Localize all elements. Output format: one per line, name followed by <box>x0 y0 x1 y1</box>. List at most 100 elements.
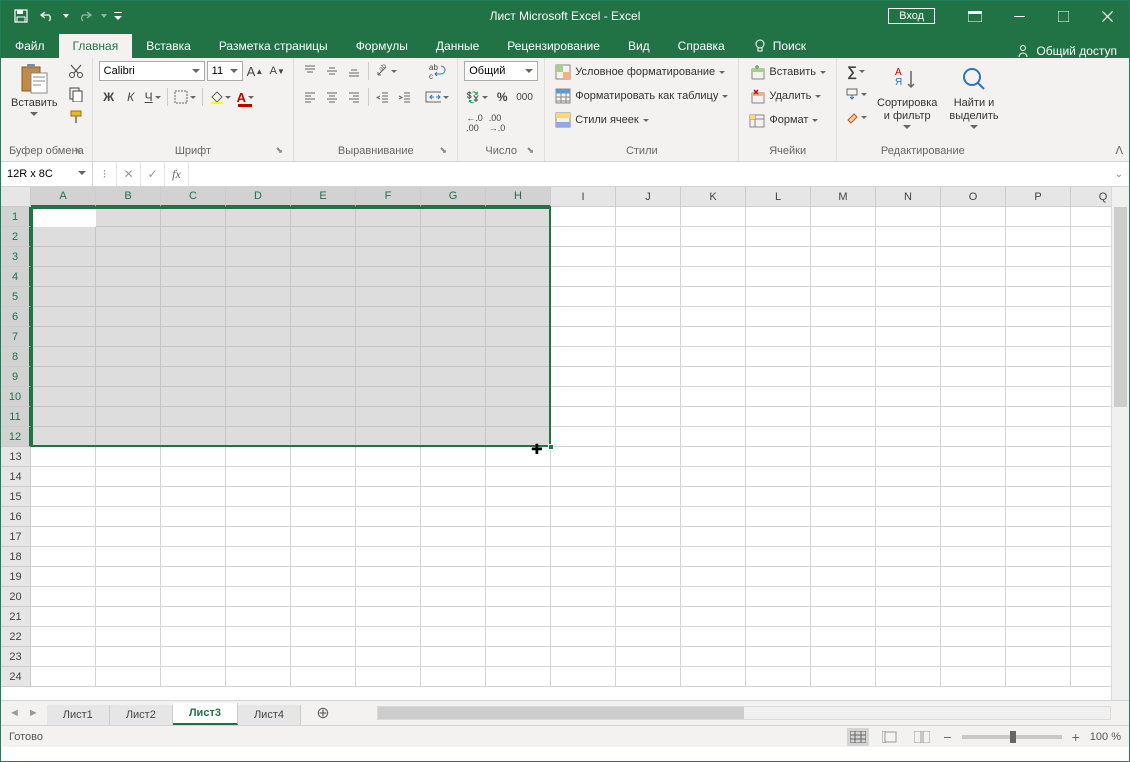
cell[interactable] <box>96 387 161 407</box>
cell[interactable] <box>1006 487 1071 507</box>
cell[interactable] <box>746 607 811 627</box>
row-header[interactable]: 23 <box>1 647 31 667</box>
cell[interactable] <box>356 447 421 467</box>
cell[interactable] <box>876 607 941 627</box>
cell[interactable] <box>356 287 421 307</box>
cell[interactable] <box>811 267 876 287</box>
cell[interactable] <box>31 307 96 327</box>
format-as-table-button[interactable]: Форматировать как таблицу <box>551 85 732 107</box>
cell[interactable] <box>1006 547 1071 567</box>
font-size-combo[interactable]: 11 <box>207 61 243 81</box>
cell[interactable] <box>226 427 291 447</box>
cell[interactable] <box>421 407 486 427</box>
row-header[interactable]: 16 <box>1 507 31 527</box>
cell[interactable] <box>31 347 96 367</box>
cell[interactable] <box>1006 607 1071 627</box>
cell[interactable] <box>486 227 551 247</box>
align-bottom-button[interactable] <box>344 61 364 81</box>
cell[interactable] <box>226 667 291 687</box>
cell[interactable] <box>811 367 876 387</box>
row-header[interactable]: 12 <box>1 427 31 447</box>
cell[interactable] <box>291 647 356 667</box>
column-header[interactable]: J <box>616 187 681 207</box>
autosum-button[interactable]: ∑ <box>843 61 869 81</box>
cell[interactable] <box>421 627 486 647</box>
cell[interactable] <box>1006 507 1071 527</box>
merge-button[interactable] <box>423 87 451 107</box>
cell[interactable] <box>876 267 941 287</box>
sort-filter-button[interactable]: АЯ Сортировка и фильтр <box>873 61 941 131</box>
tab-help[interactable]: Справка <box>664 34 739 58</box>
new-sheet-button[interactable]: ⊕ <box>309 702 337 724</box>
cell[interactable] <box>551 427 616 447</box>
cell[interactable] <box>421 587 486 607</box>
cell[interactable] <box>356 647 421 667</box>
cell[interactable] <box>876 387 941 407</box>
cell[interactable] <box>96 367 161 387</box>
row-header[interactable]: 21 <box>1 607 31 627</box>
cell[interactable] <box>1006 227 1071 247</box>
cell[interactable] <box>96 447 161 467</box>
cell[interactable] <box>551 607 616 627</box>
cell[interactable] <box>486 347 551 367</box>
cell[interactable] <box>1006 267 1071 287</box>
cell[interactable] <box>31 407 96 427</box>
cell[interactable] <box>941 667 1006 687</box>
page-break-view-button[interactable] <box>911 728 933 746</box>
cell[interactable] <box>291 527 356 547</box>
cell[interactable] <box>226 647 291 667</box>
cell[interactable] <box>226 607 291 627</box>
column-header[interactable]: A <box>31 187 96 207</box>
cell[interactable] <box>291 447 356 467</box>
fill-color-button[interactable] <box>207 87 233 107</box>
cell[interactable] <box>1006 427 1071 447</box>
cell[interactable] <box>486 567 551 587</box>
cut-button[interactable] <box>66 61 86 81</box>
cell[interactable] <box>876 627 941 647</box>
cell[interactable] <box>31 627 96 647</box>
name-box[interactable]: 12R x 8C <box>1 162 93 186</box>
cell[interactable] <box>31 487 96 507</box>
cell[interactable] <box>96 427 161 447</box>
cell[interactable] <box>96 307 161 327</box>
cell[interactable] <box>31 447 96 467</box>
sheet-tab[interactable]: Лист1 <box>47 705 110 725</box>
cell[interactable] <box>1006 447 1071 467</box>
maximize-button[interactable] <box>1041 1 1085 31</box>
percent-button[interactable]: % <box>492 87 512 107</box>
cell[interactable] <box>876 467 941 487</box>
cell[interactable] <box>356 327 421 347</box>
cell[interactable] <box>486 607 551 627</box>
cell[interactable] <box>1006 647 1071 667</box>
cell[interactable] <box>226 287 291 307</box>
cell[interactable] <box>486 527 551 547</box>
cell[interactable] <box>291 507 356 527</box>
wrap-text-button[interactable]: abc <box>423 61 451 81</box>
cell[interactable] <box>356 307 421 327</box>
cell[interactable] <box>811 207 876 227</box>
cell[interactable] <box>356 607 421 627</box>
cell[interactable] <box>746 387 811 407</box>
cell[interactable] <box>551 447 616 467</box>
cell[interactable] <box>356 487 421 507</box>
sheet-tab[interactable]: Лист4 <box>238 705 301 725</box>
cell[interactable] <box>161 587 226 607</box>
cell[interactable] <box>1006 327 1071 347</box>
cell[interactable] <box>356 507 421 527</box>
fill-button[interactable] <box>843 84 869 104</box>
cell[interactable] <box>291 467 356 487</box>
cell[interactable] <box>746 207 811 227</box>
cell[interactable] <box>486 327 551 347</box>
undo-button[interactable] <box>35 4 59 28</box>
cell[interactable] <box>681 667 746 687</box>
increase-indent-button[interactable] <box>395 87 415 107</box>
cell[interactable] <box>31 387 96 407</box>
row-header[interactable]: 24 <box>1 667 31 687</box>
cell[interactable] <box>226 327 291 347</box>
cell[interactable] <box>941 627 1006 647</box>
cell[interactable] <box>811 447 876 467</box>
font-name-combo[interactable]: Calibri <box>99 61 205 81</box>
cell[interactable] <box>681 447 746 467</box>
cell[interactable] <box>291 327 356 347</box>
cell[interactable] <box>941 507 1006 527</box>
